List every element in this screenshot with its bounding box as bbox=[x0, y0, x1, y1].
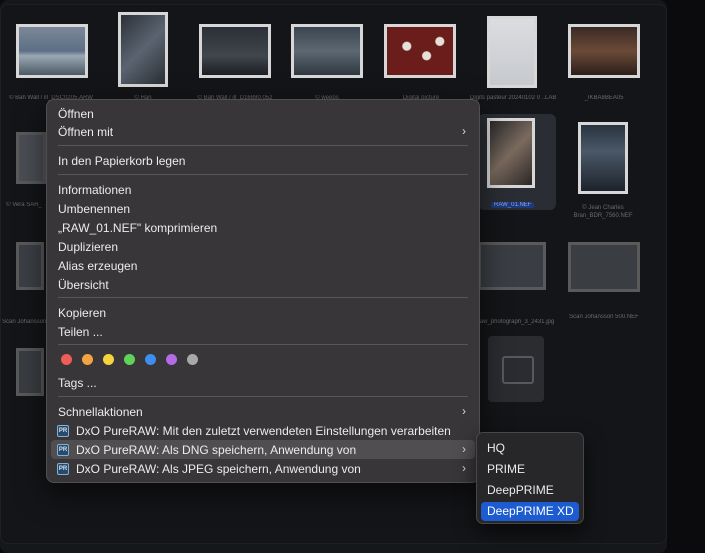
menu-separator bbox=[58, 297, 468, 298]
thumbnail-street[interactable] bbox=[478, 242, 546, 290]
menu-item-info[interactable]: Informationen bbox=[58, 183, 131, 197]
submenu-item-deepprime-xd[interactable]: DeepPRIME XD bbox=[487, 504, 574, 518]
thumbnail-caption: _IKBA8BEA05 bbox=[584, 95, 624, 101]
menu-item-dxo-dng[interactable]: DxO PureRAW: Als DNG speichern, Anwendun… bbox=[76, 443, 356, 457]
menu-item-share[interactable]: Teilen ... bbox=[58, 325, 103, 339]
menu-item-duplicate[interactable]: Duplizieren bbox=[58, 240, 118, 254]
menu-item-compress[interactable]: „RAW_01.NEF" komprimieren bbox=[58, 221, 217, 235]
document-file-icon[interactable] bbox=[488, 336, 544, 402]
submenu-item-hq[interactable]: HQ bbox=[487, 441, 505, 455]
thumbnail-caption: Scan Johansson 500.NEF bbox=[569, 314, 639, 320]
thumbnail-dancer[interactable] bbox=[487, 16, 537, 88]
thumbnail-sea[interactable] bbox=[291, 24, 363, 78]
thumbnail-small[interactable] bbox=[16, 348, 44, 396]
thumbnail-caption: raw_photograph_3_2431.jpg bbox=[477, 319, 555, 325]
tag-color-green[interactable] bbox=[124, 354, 135, 365]
tag-color-gray[interactable] bbox=[187, 354, 198, 365]
menu-separator bbox=[58, 396, 468, 397]
menu-item-trash[interactable]: In den Papierkorb legen bbox=[58, 154, 185, 168]
chevron-right-icon: › bbox=[462, 461, 466, 475]
chevron-right-icon: › bbox=[462, 404, 466, 418]
thumbnail-caption-selected: RAW_01.NEF bbox=[491, 202, 535, 208]
tag-color-purple[interactable] bbox=[166, 354, 177, 365]
tag-color-red[interactable] bbox=[61, 354, 72, 365]
submenu-item-prime[interactable]: PRIME bbox=[487, 462, 525, 476]
menu-item-open[interactable]: Öffnen bbox=[58, 107, 94, 121]
menu-item-rename[interactable]: Umbenennen bbox=[58, 202, 130, 216]
thumbnail-interior[interactable] bbox=[568, 24, 640, 78]
thumbnail-portrait-dark[interactable] bbox=[118, 12, 168, 87]
menu-separator bbox=[58, 344, 468, 345]
menu-item-dxo-recent[interactable]: DxO PureRAW: Mit den zuletzt verwendeten… bbox=[76, 424, 451, 438]
menu-item-copy[interactable]: Kopieren bbox=[58, 306, 106, 320]
thumbnail-raw-01[interactable] bbox=[487, 118, 535, 188]
menu-separator bbox=[58, 145, 468, 146]
thumbnail-room[interactable] bbox=[568, 242, 640, 292]
dxo-pureraw-icon: PR bbox=[57, 463, 69, 475]
chevron-right-icon: › bbox=[462, 442, 466, 456]
thumbnail-night-scene[interactable] bbox=[199, 24, 271, 78]
tag-color-orange[interactable] bbox=[82, 354, 93, 365]
menu-item-dxo-jpeg[interactable]: DxO PureRAW: Als JPEG speichern, Anwendu… bbox=[76, 462, 361, 476]
thumbnail-lake[interactable] bbox=[16, 24, 88, 78]
menu-item-quick-actions[interactable]: Schnellaktionen bbox=[58, 405, 143, 419]
thumbnail-caption: Scan Johansson bbox=[2, 319, 46, 325]
context-menu: Öffnen Öffnen mit › In den Papierkorb le… bbox=[46, 99, 480, 483]
menu-item-alias[interactable]: Alias erzeugen bbox=[58, 259, 137, 273]
thumbnail-person[interactable] bbox=[16, 132, 46, 184]
dxo-pureraw-icon: PR bbox=[57, 444, 69, 456]
thumbnail-caption: Digits pasteur 20240102 0 ..LABOLE..4106… bbox=[470, 95, 556, 101]
menu-separator bbox=[58, 174, 468, 175]
dxo-submenu: HQ PRIME DeepPRIME DeepPRIME XD bbox=[476, 432, 584, 524]
menu-item-tags[interactable]: Tags ... bbox=[58, 376, 97, 390]
thumbnail-pier[interactable] bbox=[578, 122, 628, 194]
submenu-item-deepprime[interactable]: DeepPRIME bbox=[487, 483, 554, 497]
chevron-right-icon: › bbox=[462, 124, 466, 138]
thumbnail-partial[interactable] bbox=[16, 242, 44, 290]
thumbnail-caption: © Vera SAR_ bbox=[6, 202, 42, 208]
tag-color-blue[interactable] bbox=[145, 354, 156, 365]
menu-item-open-with[interactable]: Öffnen mit bbox=[58, 125, 113, 139]
thumbnail-caption: © Jean Charles Bran_BDR_7560.NEF bbox=[573, 205, 633, 219]
dxo-pureraw-icon: PR bbox=[57, 425, 69, 437]
tag-color-yellow[interactable] bbox=[103, 354, 114, 365]
menu-item-overview[interactable]: Übersicht bbox=[58, 278, 109, 292]
thumbnail-pattern[interactable] bbox=[384, 24, 456, 78]
file-icon-glyph bbox=[502, 356, 534, 384]
